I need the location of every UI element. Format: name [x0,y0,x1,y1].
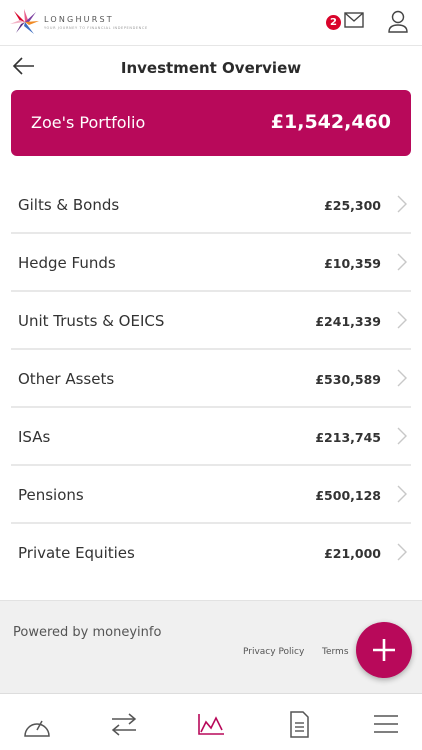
holding-row-pensions[interactable]: Pensions £500,128 [11,466,411,524]
holding-row-unit-trusts[interactable]: Unit Trusts & OEICS £241,339 [11,292,411,350]
menu-icon[interactable] [371,710,401,738]
holding-value: £21,000 [324,546,381,561]
mail-icon [344,12,364,28]
top-bar: LONGHURST YOUR JOURNEY TO FINANCIAL INDE… [0,0,422,46]
holding-row-private-equities[interactable]: Private Equities £21,000 [11,524,411,582]
holding-row-hedge-funds[interactable]: Hedge Funds £10,359 [11,234,411,292]
holding-value: £530,589 [315,372,381,387]
holding-row-gilts-bonds[interactable]: Gilts & Bonds £25,300 [11,176,411,234]
portfolio-total: £1,542,460 [270,111,391,133]
user-profile-icon[interactable] [387,10,409,34]
holding-label: Private Equities [18,544,135,562]
chevron-right-icon [397,485,407,503]
brand-tagline: YOUR JOURNEY TO FINANCIAL INDEPENDENCE [44,25,148,30]
chevron-right-icon [397,427,407,445]
brand-logo[interactable]: LONGHURST YOUR JOURNEY TO FINANCIAL INDE… [10,9,148,35]
holding-label: Unit Trusts & OEICS [18,312,165,330]
transfer-icon[interactable] [109,710,139,738]
longhurst-logo-mark-icon [10,9,39,34]
holding-label: Pensions [18,486,84,504]
holding-value: £213,745 [315,430,381,445]
holding-value: £500,128 [315,488,381,503]
chevron-right-icon [397,369,407,387]
holding-label: ISAs [18,428,51,446]
add-button[interactable] [356,622,412,678]
plus-icon [373,639,395,661]
page-title: Investment Overview [120,59,302,77]
chevron-right-icon [397,543,407,561]
dashboard-icon[interactable] [22,710,52,738]
brand-name: LONGHURST [44,14,114,24]
holding-value: £25,300 [324,198,381,213]
document-icon[interactable] [284,710,314,738]
holding-label: Other Assets [18,370,115,388]
portfolio-summary-card[interactable]: Zoe's Portfolio £1,542,460 [11,90,411,156]
holding-label: Hedge Funds [18,254,116,272]
bottom-navigation [0,693,422,750]
chevron-right-icon [397,311,407,329]
terms-link[interactable]: Terms [322,647,349,657]
message-count-badge: 2 [326,15,341,30]
privacy-policy-link[interactable]: Privacy Policy [243,647,304,657]
holding-value: £241,339 [315,314,381,329]
holding-row-isas[interactable]: ISAs £213,745 [11,408,411,466]
chart-icon[interactable] [196,710,226,738]
messages-button[interactable]: 2 [326,10,366,36]
chevron-right-icon [397,253,407,271]
holding-value: £10,359 [324,256,381,271]
chevron-right-icon [397,195,407,213]
powered-by-text: Powered by moneyinfo [13,625,162,640]
portfolio-name: Zoe's Portfolio [31,113,146,132]
holding-label: Gilts & Bonds [18,196,120,214]
holdings-list: Gilts & Bonds £25,300 Hedge Funds £10,35… [11,176,411,582]
holding-row-other-assets[interactable]: Other Assets £530,589 [11,350,411,408]
